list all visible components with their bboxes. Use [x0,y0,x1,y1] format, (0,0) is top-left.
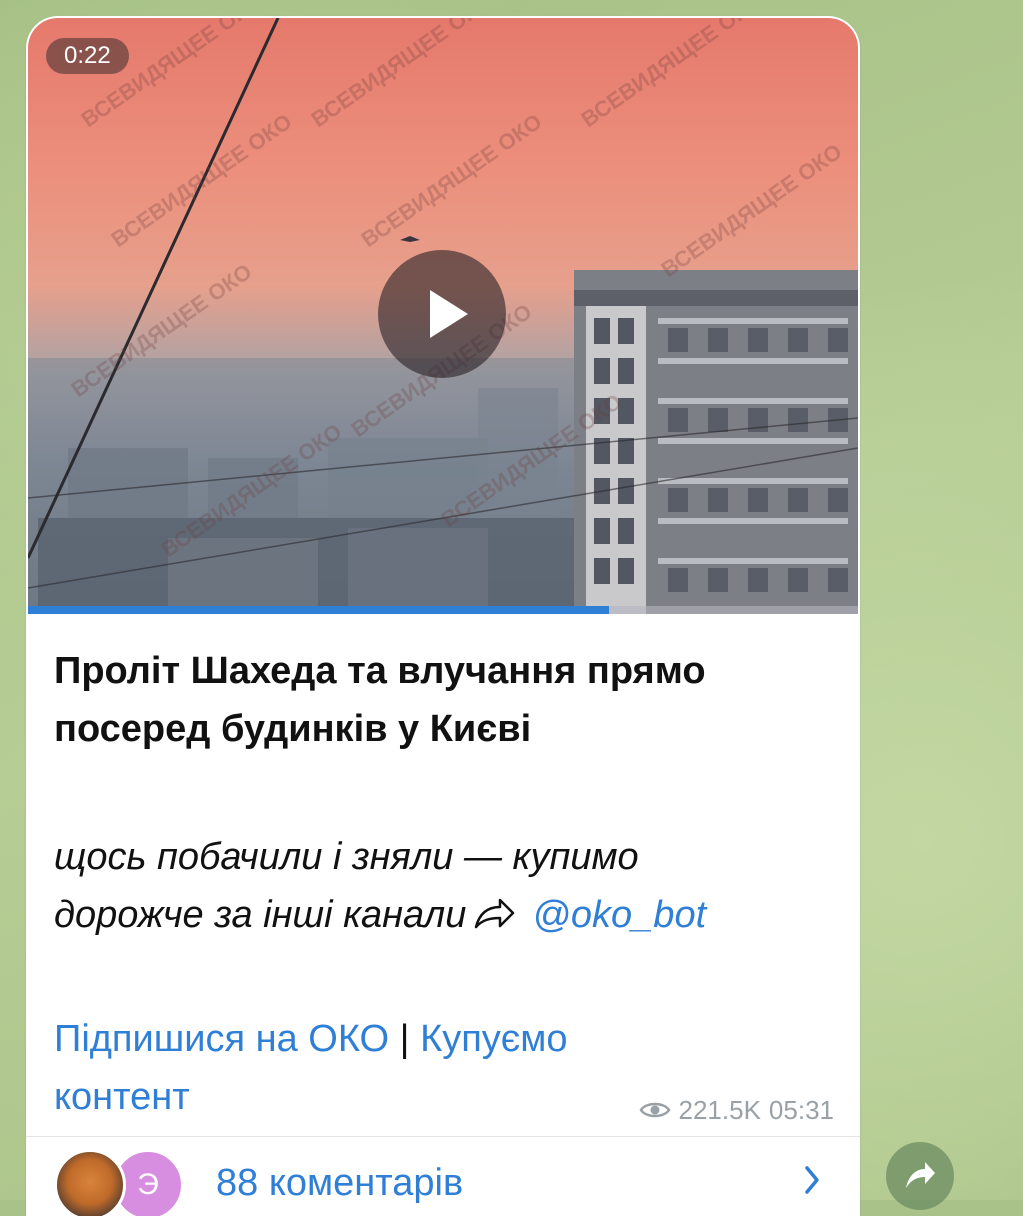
watermark-text: ВСЕВИДЯЩЕЕ ОКО [357,109,547,252]
video-player[interactable]: ВСЕВИДЯЩЕЕ ОКО ВСЕВИДЯЩЕЕ ОКО ВСЕВИДЯЩЕЕ… [28,18,858,614]
post-title: Проліт Шахеда та влучання прямо посеред … [54,642,834,758]
chevron-right-icon [805,1166,819,1194]
video-progress-bar[interactable] [28,606,858,614]
comments-button[interactable]: Э 88 коментарів [26,1137,860,1216]
avatar [54,1149,126,1216]
comments-count-label: 88 коментарів [216,1162,464,1204]
video-duration-badge: 0:22 [46,38,129,74]
post-title-line: посеред будинків у Києві [54,708,532,750]
view-count: 221.5K [678,1094,761,1125]
post-subtitle: щось побачили і зняли — купимо дорожче з… [54,828,844,944]
subscribe-link[interactable]: Підпишися на ОКО [54,1018,389,1060]
message-meta: 221.5K 05:31 [639,1094,834,1126]
play-button[interactable] [378,250,506,378]
eye-icon [639,1102,670,1118]
buy-content-link-cont[interactable]: контент [54,1076,190,1118]
buy-content-link[interactable]: Купуємо [420,1018,567,1060]
post-subtitle-line-2: дорожче за інші канали @oko_bot [54,886,844,944]
watermark-text: ВСЕВИДЯЩЕЕ ОКО [577,18,767,132]
message-time: 05:31 [768,1094,834,1125]
watermark-text: ВСЕВИДЯЩЕЕ ОКО [107,109,297,252]
link-separator: | [399,1018,410,1060]
post-title-line: Проліт Шахеда та влучання прямо [54,650,706,692]
share-icon [906,1162,935,1188]
watermark-text: ВСЕВИДЯЩЕЕ ОКО [307,18,497,132]
post-subtitle-text: дорожче за інші канали [54,894,467,936]
watermark-text: ВСЕВИДЯЩЕЕ ОКО [657,139,847,282]
post-subtitle-line: щось побачили і зняли — купимо [54,836,639,878]
bot-link[interactable]: @oko_bot [532,894,706,936]
share-arrow-icon [475,898,515,929]
play-icon [430,290,468,338]
message-bubble: ВСЕВИДЯЩЕЕ ОКО ВСЕВИДЯЩЕЕ ОКО ВСЕВИДЯЩЕЕ… [26,16,860,1216]
video-progress-fill [28,606,609,614]
watermark-text: ВСЕВИДЯЩЕЕ ОКО [77,18,267,132]
